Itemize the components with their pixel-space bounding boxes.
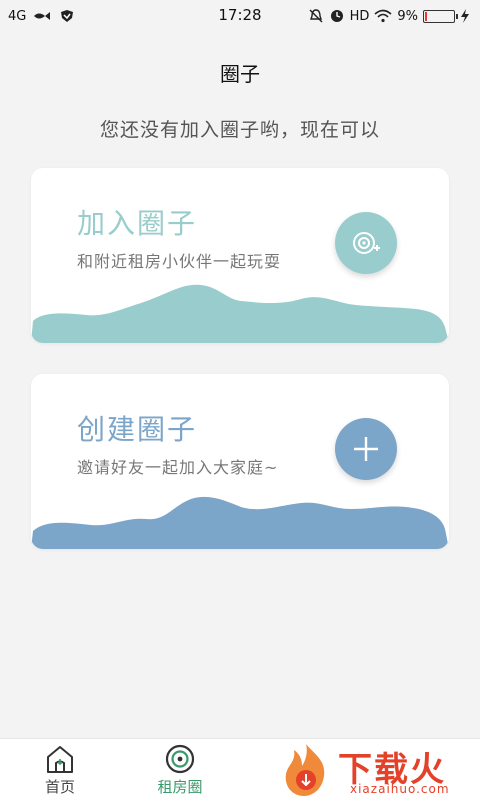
join-circle-button[interactable]: [335, 212, 397, 274]
hd-label: HD: [349, 8, 370, 24]
watermark-url: xiazaihuo.com: [350, 782, 450, 796]
wifi-icon: [374, 9, 392, 23]
status-right: HD 9%: [308, 7, 470, 25]
status-bar: 4G 17:28 HD 9%: [0, 0, 480, 32]
circle-icon: [165, 744, 195, 774]
plus-icon: [354, 437, 378, 461]
intro-text: 您还没有加入圈子哟，现在可以: [99, 119, 380, 141]
nav-label-rental-circle: 租房圈: [157, 778, 203, 796]
create-circle-card[interactable]: 创建圈子 邀请好友一起加入大家庭~: [31, 374, 449, 549]
create-circle-button[interactable]: [335, 418, 397, 480]
flame-icon: [285, 744, 325, 796]
nav-label-home: 首页: [44, 778, 75, 796]
nav-item-home[interactable]: 首页: [20, 743, 100, 797]
home-icon: [47, 746, 73, 773]
battery-icon: [423, 9, 458, 23]
create-card-wave: [31, 496, 449, 549]
join-circle-icon: [353, 232, 380, 254]
join-circle-card[interactable]: 加入圈子 和附近租房小伙伴一起玩耍: [31, 168, 449, 343]
create-card-title: 创建圈子: [77, 413, 198, 446]
join-card-wave: [31, 284, 449, 343]
charging-icon: [461, 9, 469, 23]
battery-level-fill: [425, 11, 427, 21]
nav-item-rental-circle[interactable]: 租房圈: [140, 743, 220, 797]
clock-icon: [330, 10, 343, 22]
battery-percent: 9%: [397, 8, 418, 24]
create-card-description: 邀请好友一起加入大家庭~: [77, 458, 279, 477]
join-card-description: 和附近租房小伙伴一起玩耍: [77, 252, 282, 271]
page-title: 圈子: [220, 62, 260, 86]
join-card-title: 加入圈子: [77, 207, 198, 240]
alarm-off-icon: [309, 9, 323, 23]
watermark-logo: 下载火 xiazaihuo.com: [276, 740, 476, 798]
